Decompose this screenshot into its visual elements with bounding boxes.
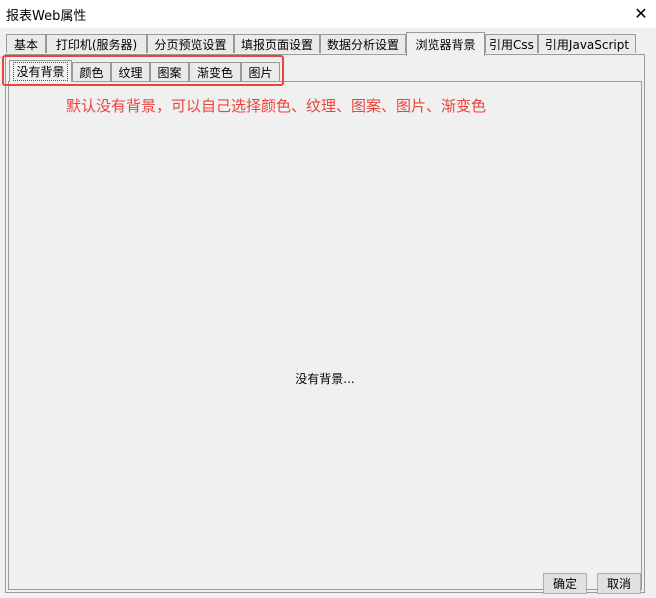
browser-background-panel: 没有背景 颜色 纹理 图案 渐变色 图片 没有背景...: [5, 54, 645, 593]
window-title: 报表Web属性: [6, 9, 87, 24]
close-icon: ✕: [634, 3, 648, 23]
annotation-highlight-box: [2, 55, 284, 86]
ok-button[interactable]: 确定: [543, 573, 587, 594]
title-bar: 报表Web属性 ✕: [0, 0, 656, 28]
background-preview-area: 没有背景...: [8, 81, 642, 590]
tab-javascript[interactable]: 引用JavaScript: [538, 34, 636, 53]
tab-printer-server[interactable]: 打印机(服务器): [46, 34, 147, 53]
close-button[interactable]: ✕: [626, 0, 656, 26]
tab-basic[interactable]: 基本: [6, 34, 46, 53]
tab-page-preview[interactable]: 分页预览设置: [147, 34, 234, 53]
tab-data-analysis[interactable]: 数据分析设置: [320, 34, 406, 53]
tab-css[interactable]: 引用Css: [485, 34, 538, 53]
tab-browser-background[interactable]: 浏览器背景: [406, 32, 485, 56]
no-background-message: 没有背景...: [295, 372, 355, 386]
annotation-text: 默认没有背景，可以自己选择颜色、纹理、图案、图片、渐变色: [66, 97, 487, 115]
tab-fill-page[interactable]: 填报页面设置: [234, 34, 320, 53]
cancel-button[interactable]: 取消: [597, 573, 641, 594]
